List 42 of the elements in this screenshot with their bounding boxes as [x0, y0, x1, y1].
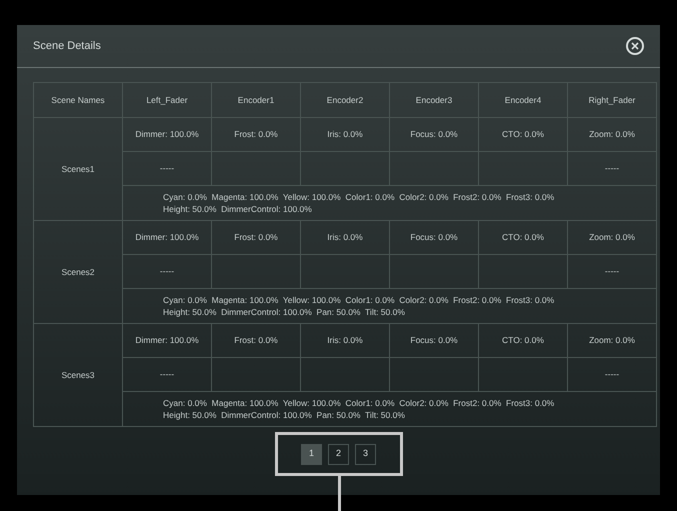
- column-header: Encoder4: [479, 83, 568, 118]
- table-cell: CTO: 0.0%: [479, 221, 568, 255]
- table-cell: Iris: 0.0%: [301, 324, 390, 358]
- close-icon[interactable]: [626, 37, 644, 55]
- table-cell: Dimmer: 100.0%: [123, 324, 212, 358]
- page-button[interactable]: 2: [328, 444, 349, 464]
- dialog-title: Scene Details: [33, 38, 101, 54]
- table-cell: Dimmer: 100.0%: [123, 221, 212, 255]
- table-cell: Iris: 0.0%: [301, 118, 390, 152]
- table-cell: Iris: 0.0%: [301, 221, 390, 255]
- table-cell: Zoom: 0.0%: [568, 221, 657, 255]
- table-cell: -----: [123, 358, 212, 392]
- column-header: Encoder1: [212, 83, 301, 118]
- scene-name-cell: Scenes3: [34, 324, 123, 427]
- column-header: Encoder3: [390, 83, 479, 118]
- table-cell: Focus: 0.0%: [390, 221, 479, 255]
- scene-name-cell: Scenes2: [34, 221, 123, 324]
- column-header: Scene Names: [34, 83, 123, 118]
- table-cell: Zoom: 0.0%: [568, 118, 657, 152]
- table-cell: -----: [568, 152, 657, 186]
- table-cell: CTO: 0.0%: [479, 324, 568, 358]
- table-cell: Cyan: 0.0% Magenta: 100.0% Yellow: 100.0% Color1: 0.0% Color2: 0.0% Frost2: 0.0% Frost3: 0.0% Height: 50.0% DimmerControl: 100.0%: [123, 186, 657, 221]
- table-cell: -----: [568, 358, 657, 392]
- table-cell: Frost: 0.0%: [212, 118, 301, 152]
- table-cell: Frost: 0.0%: [212, 221, 301, 255]
- table-cell: Frost: 0.0%: [212, 324, 301, 358]
- table-cell: Cyan: 0.0% Magenta: 100.0% Yellow: 100.0% Color1: 0.0% Color2: 0.0% Frost2: 0.0% Frost3: 0.0% Height: 50.0% DimmerControl: 100.0% Pan: 50.0% Tilt: 50.0%: [123, 289, 657, 324]
- table-cell: CTO: 0.0%: [479, 118, 568, 152]
- page-button[interactable]: 3: [355, 444, 376, 464]
- table-cell: Cyan: 0.0% Magenta: 100.0% Yellow: 100.0% Color1: 0.0% Color2: 0.0% Frost2: 0.0% Frost3: 0.0% Height: 50.0% DimmerControl: 100.0% Pan: 50.0% Tilt: 50.0%: [123, 392, 657, 427]
- column-header: Left_Fader: [123, 83, 212, 118]
- table-cell: -----: [123, 152, 212, 186]
- table-cell: -----: [123, 255, 212, 289]
- table-cell: Focus: 0.0%: [390, 118, 479, 152]
- column-header: Encoder2: [301, 83, 390, 118]
- page-button[interactable]: 1: [301, 444, 322, 464]
- column-header: Right_Fader: [568, 83, 657, 118]
- table-cell: Focus: 0.0%: [390, 324, 479, 358]
- table-cell: Zoom: 0.0%: [568, 324, 657, 358]
- table-cell: Dimmer: 100.0%: [123, 118, 212, 152]
- table-cell: -----: [568, 255, 657, 289]
- scene-name-cell: Scenes1: [34, 118, 123, 221]
